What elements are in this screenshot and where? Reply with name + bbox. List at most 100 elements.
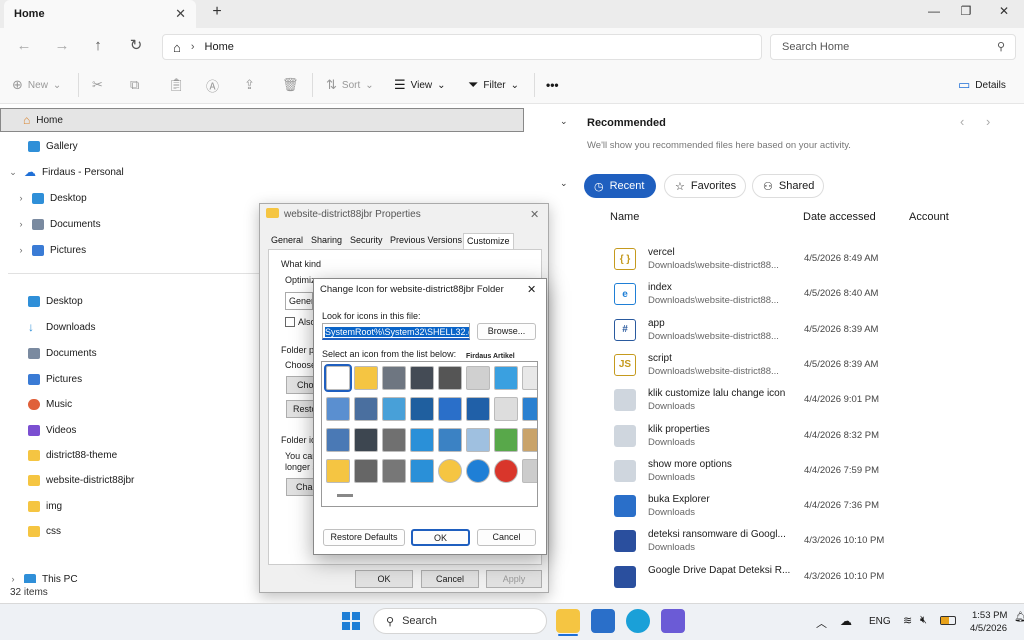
shell-icon-option[interactable] xyxy=(326,459,350,483)
language-indicator[interactable]: ENG xyxy=(869,616,891,627)
props-cancel-button[interactable]: Cancel xyxy=(421,570,479,588)
props-apply-button[interactable]: Apply xyxy=(486,570,542,588)
chevron-down-icon[interactable]: ⌄ xyxy=(560,178,568,189)
file-row[interactable]: e index Downloads\website-district88... 4/5… xyxy=(610,278,1020,312)
forward-icon[interactable]: → xyxy=(52,36,72,56)
pinned-website-district88jbr[interactable]: website-district88jbr xyxy=(0,468,134,492)
file-row[interactable]: JS script Downloads\website-district88... 4… xyxy=(610,349,1020,383)
more-options-button[interactable]: ••• xyxy=(546,76,559,94)
filter-button[interactable]: ⏷ Filter ⌄ xyxy=(468,76,519,94)
change-ok-button[interactable]: OK xyxy=(411,529,470,546)
pinned-pictures[interactable]: Pictures xyxy=(0,367,82,391)
also-apply-checkbox[interactable] xyxy=(285,317,295,327)
tab-close-icon[interactable]: ✕ xyxy=(175,6,186,22)
taskbar-search[interactable]: ⚲ Search xyxy=(373,608,547,634)
file-row[interactable]: # app Downloads\website-district88... 4/5/2… xyxy=(610,314,1020,348)
shell-icon-option[interactable] xyxy=(522,366,537,390)
horizontal-scrollbar[interactable] xyxy=(337,494,353,497)
nav-desktop[interactable]: › Desktop xyxy=(0,186,87,210)
icon-path-input[interactable]: SystemRoot%\System32\SHELL32.dll xyxy=(322,323,470,340)
shell-icon-option[interactable] xyxy=(410,459,434,483)
breadcrumb[interactable]: ⌂ › Home xyxy=(162,34,762,60)
pinned-documents[interactable]: Documents xyxy=(0,341,97,365)
next-icon[interactable]: › xyxy=(986,114,990,129)
shell-icon-option[interactable] xyxy=(354,366,378,390)
chevron-down-icon[interactable]: ⌄ xyxy=(560,116,568,127)
shell-icon-option[interactable] xyxy=(382,459,406,483)
shell-icon-option[interactable] xyxy=(466,428,490,452)
notification-icon[interactable]: 🔔︎ xyxy=(1014,612,1024,623)
back-icon[interactable]: ← xyxy=(14,36,34,56)
volume-icon[interactable]: 🔇︎ xyxy=(920,614,927,627)
change-icon-close-icon[interactable]: ✕ xyxy=(527,283,536,296)
browse-button[interactable]: Browse... xyxy=(477,323,536,340)
nav-gallery[interactable]: Gallery xyxy=(0,134,78,158)
shell-icon-option[interactable] xyxy=(410,428,434,452)
column-date[interactable]: Date accessed xyxy=(803,211,876,223)
shell-icon-option[interactable] xyxy=(466,459,490,483)
file-row[interactable]: klik properties Downloads 4/4/2026 8:32 PM xyxy=(610,420,1020,454)
shell-icon-option[interactable] xyxy=(382,366,406,390)
pinned-img[interactable]: img xyxy=(0,494,62,518)
rename-icon[interactable]: Ⓐ xyxy=(206,76,219,94)
props-ok-button[interactable]: OK xyxy=(355,570,413,588)
share-icon[interactable]: ⇪ xyxy=(244,76,255,94)
battery-icon[interactable] xyxy=(940,616,956,625)
column-name[interactable]: Name xyxy=(610,211,639,223)
tab-recent[interactable]: ◷ Recent xyxy=(584,174,656,198)
nav-documents[interactable]: › Documents xyxy=(0,212,101,236)
tab-customize[interactable]: Customize xyxy=(463,233,514,249)
copy-icon[interactable]: ⧉ xyxy=(130,76,139,94)
clock-date[interactable]: 4/5/2026 xyxy=(970,623,1007,634)
new-tab-button[interactable]: + xyxy=(208,3,226,23)
chevron-up-icon[interactable]: ︿ xyxy=(816,615,827,631)
pinned-downloads[interactable]: ↓ Downloads xyxy=(0,315,95,339)
pinned-videos[interactable]: Videos xyxy=(0,418,76,442)
pinned-district88-theme[interactable]: district88-theme xyxy=(0,443,117,467)
nav-home[interactable]: ⌂ Home xyxy=(0,108,524,132)
cloud-icon[interactable]: ☁ xyxy=(840,614,852,628)
store-icon[interactable] xyxy=(591,609,615,633)
tab-previous-versions[interactable]: Previous Versions xyxy=(387,233,465,249)
tab-security[interactable]: Security xyxy=(347,233,386,249)
shell-icon-option[interactable] xyxy=(466,397,490,421)
start-icon[interactable] xyxy=(342,612,360,630)
shell-icon-option[interactable] xyxy=(354,397,378,421)
maximize-button[interactable]: ❐ xyxy=(956,4,976,22)
shell-icon-option[interactable] xyxy=(410,366,434,390)
file-row[interactable]: show more options Downloads 4/4/2026 7:59 … xyxy=(610,455,1020,489)
shell-icon-option[interactable] xyxy=(324,364,352,392)
clock-time[interactable]: 1:53 PM xyxy=(972,610,1007,621)
shell-icon-option[interactable] xyxy=(410,397,434,421)
shell-icon-option[interactable] xyxy=(382,397,406,421)
up-icon[interactable]: ↑ xyxy=(88,36,108,56)
restore-default-button[interactable]: Restore Default xyxy=(286,400,314,418)
nav-onedrive[interactable]: ⌄ ☁ Firdaus - Personal xyxy=(0,160,123,184)
properties-close-icon[interactable]: ✕ xyxy=(530,208,539,221)
shell-icon-option[interactable] xyxy=(522,397,537,421)
shell-icon-option[interactable] xyxy=(326,428,350,452)
shell-icon-option[interactable] xyxy=(326,397,350,421)
file-explorer-icon[interactable] xyxy=(556,609,580,633)
cut-icon[interactable]: ✂ xyxy=(92,76,103,94)
shell-icon-option[interactable] xyxy=(354,459,378,483)
tab-home[interactable]: Home ✕ xyxy=(4,0,196,28)
details-button[interactable]: ▭ Details xyxy=(958,76,1006,94)
sort-button[interactable]: ⇅ Sort ⌄ xyxy=(326,76,374,94)
pinned-css[interactable]: css xyxy=(0,519,61,543)
wifi-icon[interactable]: ≋ xyxy=(903,614,912,627)
paste-icon[interactable]: 📋︎ xyxy=(168,76,185,94)
shell-icon-option[interactable] xyxy=(438,428,462,452)
shell-icon-option[interactable] xyxy=(522,459,537,483)
file-row[interactable]: deteksi ransomware di Googl... Downloads 4… xyxy=(610,525,1020,559)
file-row[interactable]: buka Explorer Downloads 4/4/2026 7:36 PM xyxy=(610,490,1020,524)
shell-icon-option[interactable] xyxy=(494,366,518,390)
teams-icon[interactable] xyxy=(661,609,685,633)
shell-icon-option[interactable] xyxy=(466,366,490,390)
shell-icon-option[interactable] xyxy=(494,397,518,421)
search-input[interactable]: Search Home ⚲ xyxy=(770,34,1016,60)
pinned-music[interactable]: Music xyxy=(0,392,72,416)
icon-list[interactable] xyxy=(321,361,538,507)
choose-file-button[interactable]: Choose File... xyxy=(286,376,314,394)
minimize-button[interactable]: — xyxy=(924,4,944,22)
